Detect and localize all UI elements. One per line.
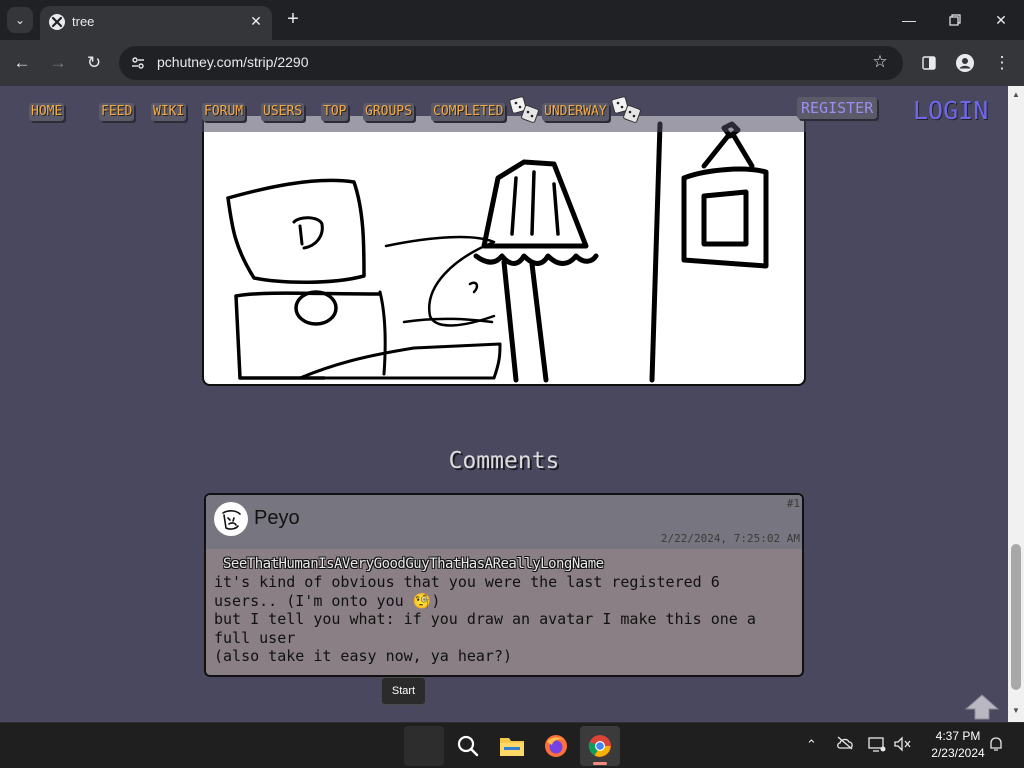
firefox-icon[interactable] (540, 730, 572, 762)
start-tooltip: Start (381, 677, 426, 705)
nav-users[interactable]: USERS (261, 103, 305, 121)
clock-date: 2/23/2024 (931, 746, 985, 760)
file-explorer-icon[interactable] (496, 730, 528, 762)
taskbar: ⌃ 4:37 PM 2/23/2024 (0, 722, 1024, 768)
comments-heading: Comments (448, 448, 560, 474)
comment-body: it's kind of obvious that you were the l… (214, 573, 800, 666)
comment-date: 2/22/2024, 7:25:02 AM (660, 532, 800, 545)
nav-forum[interactable]: FORUM (202, 103, 246, 121)
comment-author[interactable]: Peyo (254, 507, 300, 530)
chevron-down-icon[interactable]: ⌄ (7, 7, 33, 33)
nav-wiki[interactable]: WIKI (151, 103, 187, 121)
network-icon[interactable] (868, 736, 886, 755)
volume-muted-icon[interactable] (894, 736, 912, 755)
url-text[interactable]: pchutney.com/strip/2290 (157, 54, 309, 70)
scroll-to-top-icon[interactable] (964, 694, 1000, 720)
close-icon[interactable]: ✕ (246, 11, 266, 31)
dice-icon (611, 96, 641, 124)
comic-drawing (226, 121, 769, 383)
browser-tab-strip: ⌄ tree ✕ + — ✕ (0, 0, 1024, 40)
page-viewport: HOME FEED WIKI FORUM USERS TOP GROUPS CO… (0, 86, 1008, 722)
star-icon[interactable]: ☆ (869, 51, 891, 73)
minimize-icon[interactable]: — (886, 5, 932, 35)
plus-icon[interactable]: + (282, 8, 304, 30)
side-panel-icon[interactable] (917, 51, 941, 75)
profile-icon[interactable] (953, 51, 977, 75)
scroll-up-icon[interactable]: ▲ (1012, 91, 1020, 99)
chevron-up-icon[interactable]: ⌃ (806, 737, 817, 753)
nav-home[interactable]: HOME (29, 103, 65, 121)
kebab-menu-icon[interactable]: ⋮ (990, 51, 1014, 75)
clock-time: 4:37 PM (935, 729, 981, 743)
chrome-taskbar-button[interactable] (580, 726, 620, 766)
start-button[interactable] (404, 726, 444, 766)
window-close-icon[interactable]: ✕ (978, 5, 1024, 35)
avatar[interactable] (214, 502, 248, 536)
login-button[interactable]: LOGIN (913, 96, 988, 126)
nav-completed[interactable]: COMPLETED (431, 103, 506, 121)
nav-underway[interactable]: UNDERWAY (542, 103, 609, 121)
search-icon[interactable] (452, 730, 484, 762)
taskbar-clock[interactable]: 4:37 PM 2/23/2024 (922, 728, 994, 762)
scrollbar-thumb[interactable] (1011, 544, 1021, 690)
comment-line: users.. (I'm onto you 🧐) (214, 591, 441, 610)
scroll-down-icon[interactable]: ▼ (1012, 707, 1020, 715)
comment-card: Peyo #1 2/22/2024, 7:25:02 AM SeeThatHum… (204, 493, 804, 677)
comment-header: Peyo #1 2/22/2024, 7:25:02 AM (206, 495, 802, 549)
comment-mention[interactable]: SeeThatHumanIsAVeryGoodGuyThatHasAReally… (223, 556, 604, 572)
dice-icon (509, 96, 539, 124)
reload-icon[interactable]: ↻ (82, 51, 106, 75)
nav-feed[interactable]: FEED (99, 103, 135, 121)
comment-line: it's kind of obvious that you were the l… (214, 573, 720, 591)
arrow-right-icon[interactable]: → (46, 51, 70, 75)
register-button[interactable]: REGISTER (797, 97, 878, 119)
browser-toolbar: ← → ↻ pchutney.com/strip/2290 ☆ ⋮ (0, 40, 1024, 86)
comment-number[interactable]: #1 (787, 497, 800, 510)
address-bar[interactable]: pchutney.com/strip/2290 ☆ (119, 46, 903, 80)
site-favicon-icon (49, 14, 65, 30)
page-scrollbar[interactable]: ▲ ▼ (1008, 86, 1024, 722)
nav-top[interactable]: TOP (321, 103, 349, 121)
site-nav: HOME FEED WIKI FORUM USERS TOP GROUPS CO… (0, 86, 1008, 132)
arrow-left-icon[interactable]: ← (10, 51, 34, 75)
comment-line: (also take it easy now, ya hear?) (214, 647, 513, 665)
tune-icon[interactable] (127, 52, 149, 74)
comment-line: but I tell you what: if you draw an avat… (214, 610, 756, 628)
browser-tab[interactable]: tree ✕ (40, 6, 272, 40)
comment-line: full user (214, 628, 296, 647)
tab-title: tree (72, 14, 95, 29)
restore-icon[interactable] (932, 5, 978, 35)
comic-panel (202, 116, 806, 386)
nav-groups[interactable]: GROUPS (363, 103, 414, 121)
onedrive-icon[interactable] (836, 736, 854, 753)
notification-bell-icon[interactable] (988, 736, 1004, 755)
